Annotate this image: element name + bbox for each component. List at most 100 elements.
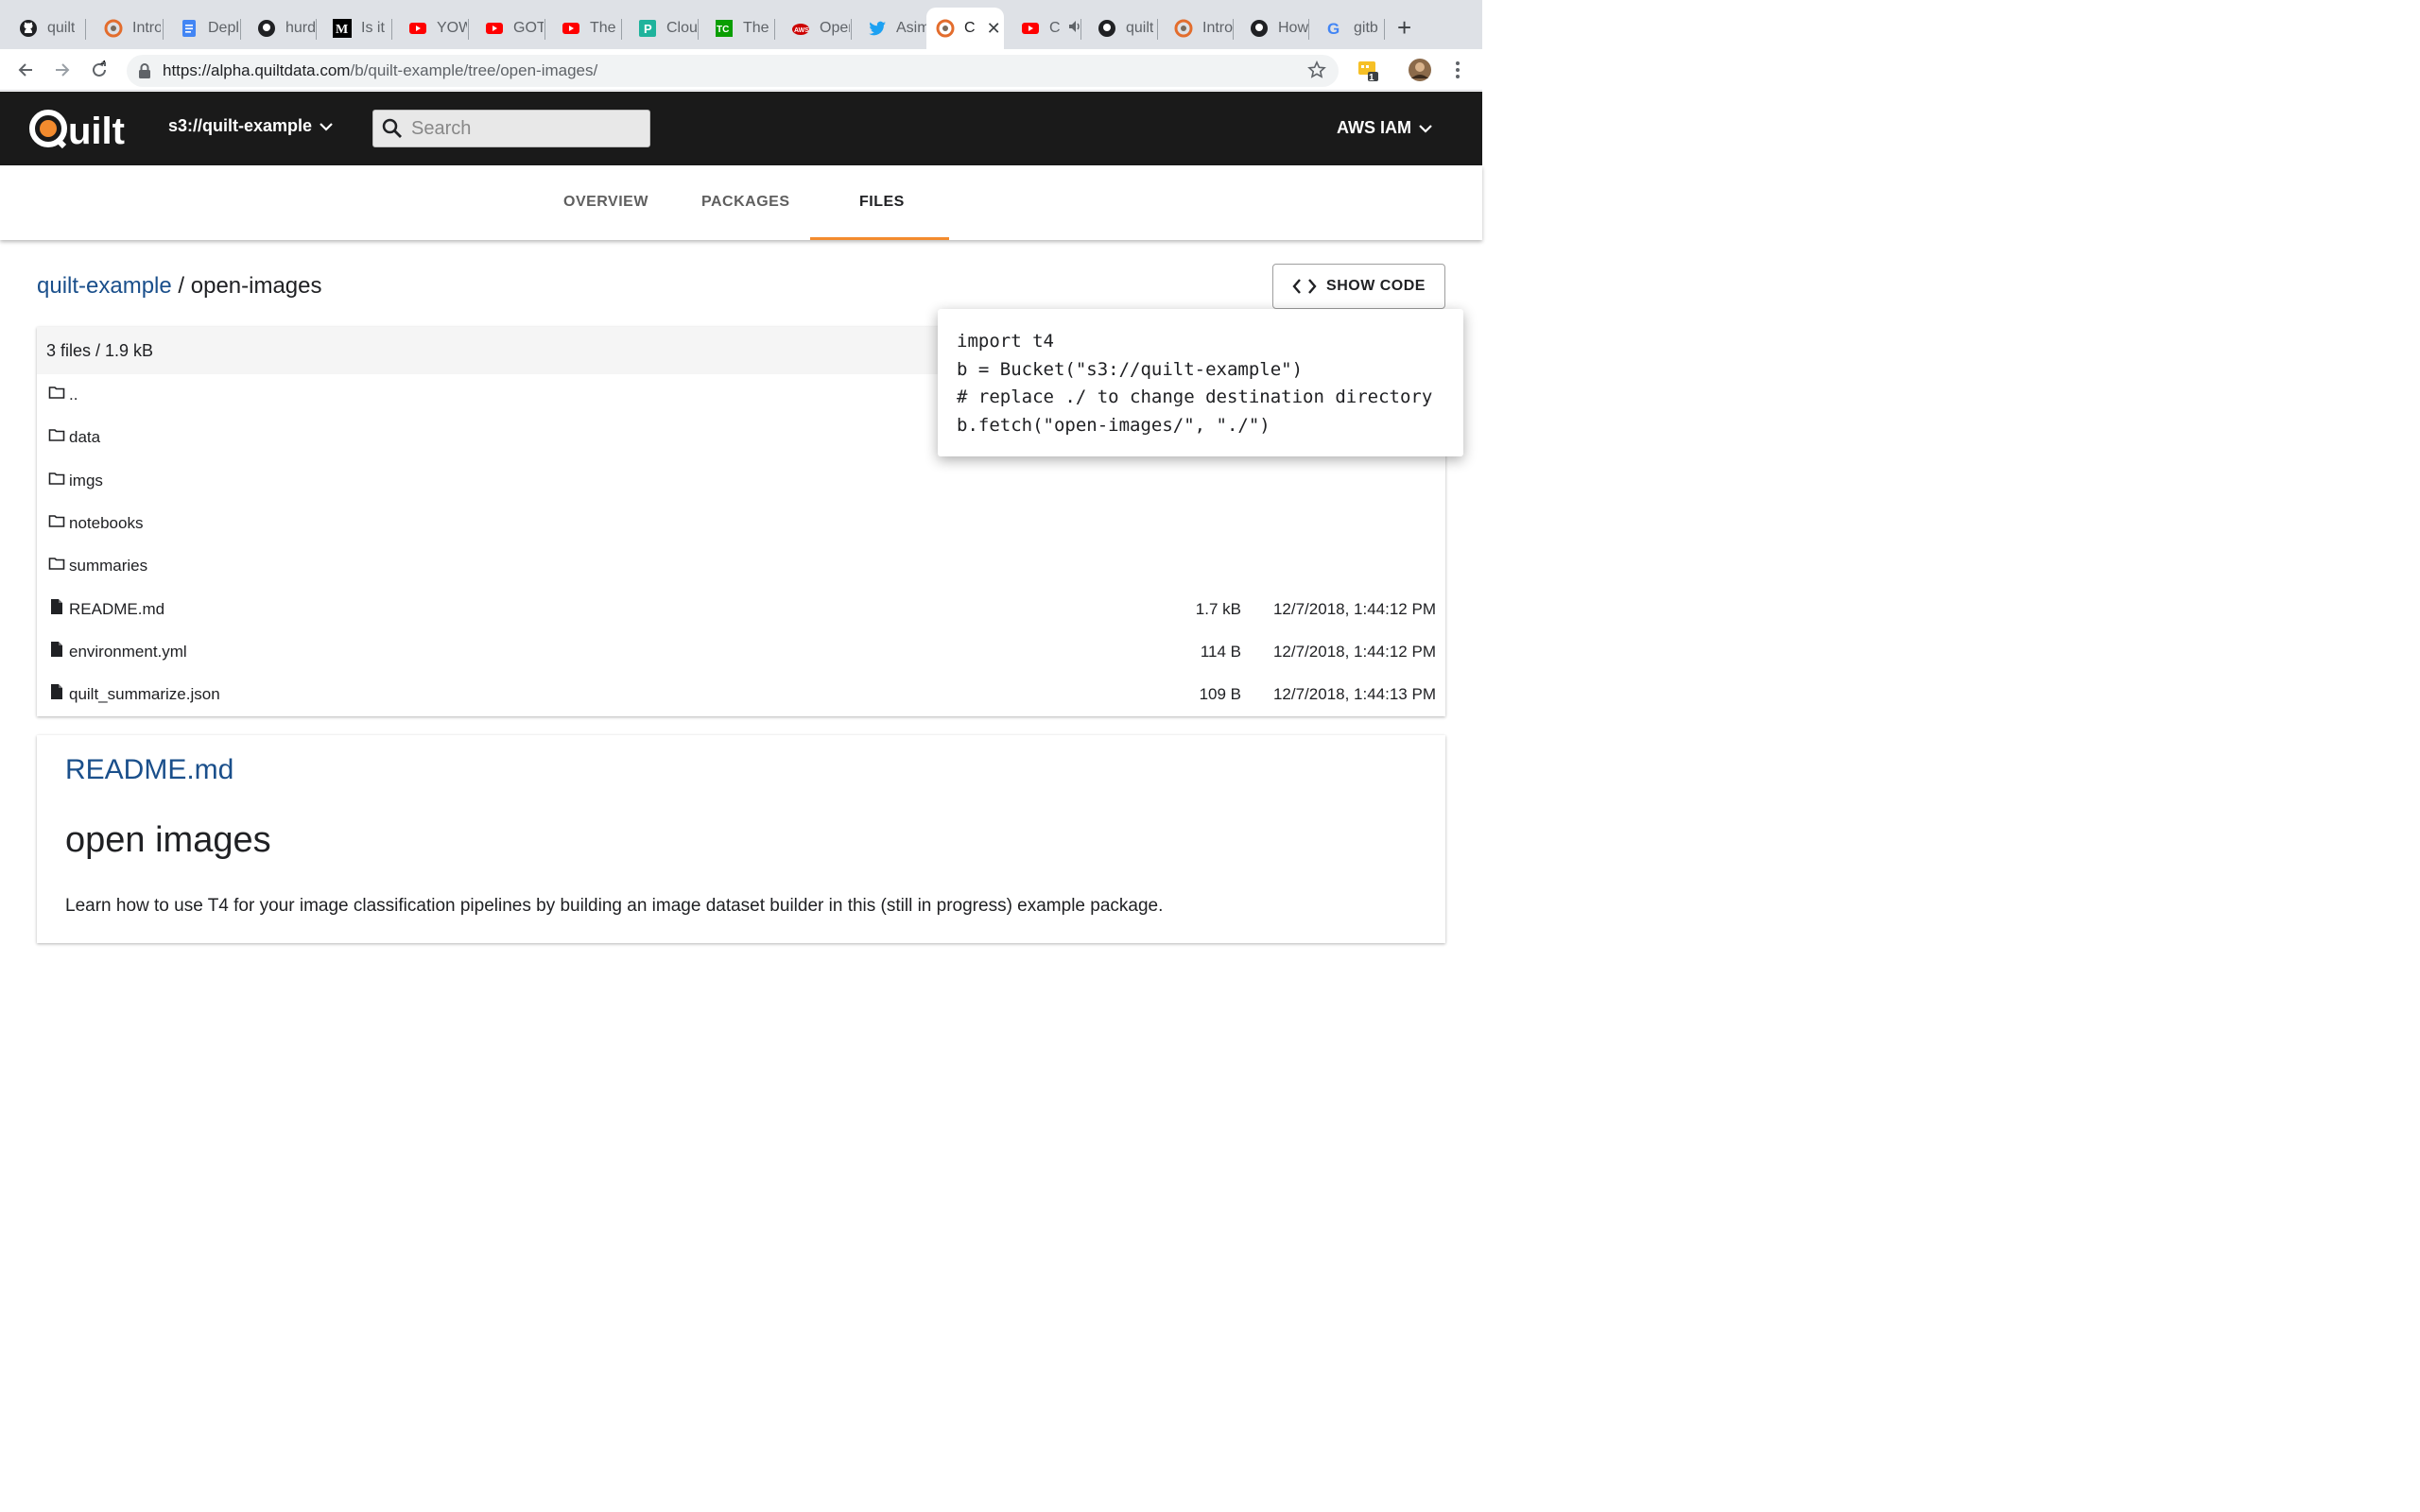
browser-toolbar: https://alpha.quiltdata.com/b/quilt-exam… [0, 49, 1482, 91]
extension-button[interactable]: 1 [1354, 57, 1382, 83]
quilt-icon [104, 19, 123, 38]
browser-tab[interactable]: Asim [851, 8, 926, 49]
entry-name[interactable]: README.md [69, 600, 164, 619]
readme-paragraph: Learn how to use T4 for your image class… [65, 896, 1164, 916]
tab-title: Is it [361, 20, 385, 36]
browser-tab[interactable]: Depl [163, 8, 238, 49]
browser-tab[interactable]: How [1233, 8, 1308, 49]
docs-icon [180, 19, 199, 38]
bookmark-star-button[interactable] [1304, 57, 1330, 83]
file-icon [48, 641, 65, 658]
browser-tab[interactable]: C [1004, 8, 1081, 49]
browser-menu-button[interactable] [1444, 57, 1471, 83]
search-input[interactable] [411, 117, 638, 140]
tab-files[interactable]: FILES [859, 194, 905, 211]
tab-packages[interactable]: PACKAGES [701, 194, 790, 211]
browser-tab[interactable]: M Is it [316, 8, 391, 49]
back-button[interactable] [12, 57, 39, 83]
audio-playing-icon[interactable] [1068, 20, 1081, 38]
browser-tab[interactable]: GOT [468, 8, 544, 49]
file-row[interactable]: README.md 1.7 kB 12/7/2018, 1:44:12 PM [37, 589, 1445, 631]
readme-panel: README.md open images Learn how to use T… [37, 735, 1445, 943]
folder-icon [48, 470, 65, 487]
github-icon [257, 19, 276, 38]
folder-row[interactable]: summaries [37, 545, 1445, 588]
folder-row[interactable]: notebooks [37, 503, 1445, 545]
entry-name[interactable]: .. [69, 386, 78, 404]
breadcrumb: quilt-example / open-images [37, 273, 322, 300]
file-row[interactable]: quilt_summarize.json 109 B 12/7/2018, 1:44… [37, 674, 1445, 716]
browser-tab[interactable]: Intro [87, 8, 161, 49]
readme-title-link[interactable]: README.md [65, 754, 233, 786]
new-tab-button[interactable]: + [1397, 13, 1411, 42]
browser-tab-active[interactable]: C ✕ [926, 8, 1004, 49]
tab-title: quilt [1126, 20, 1154, 36]
forward-button[interactable] [49, 57, 76, 83]
extension-badge: 1 [1369, 73, 1374, 83]
quilt-logo[interactable]: uilt [28, 105, 130, 152]
app-header: uilt s3://quilt-example AWS IAM [0, 92, 1482, 165]
breadcrumb-link-bucket[interactable]: quilt-example [37, 273, 172, 299]
google-icon: G [1325, 19, 1344, 38]
tab-title: C [1049, 20, 1061, 36]
svg-text:uilt: uilt [68, 111, 125, 152]
svg-text:AWS: AWS [794, 27, 809, 34]
browser-tab[interactable]: hurd [240, 8, 316, 49]
bucket-selector[interactable]: s3://quilt-example [168, 116, 333, 136]
show-code-button[interactable]: SHOW CODE [1272, 264, 1445, 309]
browser-tab[interactable]: TC The [698, 8, 773, 49]
github-icon [19, 19, 38, 38]
browser-tab[interactable]: quilt [2, 8, 81, 49]
file-row[interactable]: environment.yml 114 B 12/7/2018, 1:44:12 P… [37, 631, 1445, 674]
entry-modified: 12/7/2018, 1:44:12 PM [1272, 642, 1436, 661]
extension-icon [1358, 61, 1378, 81]
entry-name[interactable]: notebooks [69, 514, 143, 533]
tab-overview[interactable]: OVERVIEW [563, 194, 648, 211]
svg-text:G: G [1327, 20, 1340, 38]
tab-title: Intro [1202, 20, 1233, 36]
arrow-left-icon [18, 63, 32, 77]
entry-name[interactable]: summaries [69, 557, 147, 576]
browser-tab[interactable]: P Clou [621, 8, 697, 49]
address-bar[interactable]: https://alpha.quiltdata.com/b/quilt-exam… [127, 55, 1339, 87]
browser-tab[interactable]: G gitb [1308, 8, 1384, 49]
reload-button[interactable] [86, 57, 112, 83]
chevron-down-icon [320, 122, 333, 131]
tab-title: gitb [1354, 20, 1378, 36]
browser-tab[interactable]: AWS Oper [774, 8, 850, 49]
breadcrumb-separator: / [178, 273, 185, 299]
entry-name[interactable]: imgs [69, 472, 103, 490]
medium-icon: M [333, 19, 352, 38]
close-tab-icon[interactable]: ✕ [987, 19, 1001, 39]
reload-icon [93, 60, 106, 77]
entry-size: 114 B [1200, 642, 1241, 661]
section-tabs: OVERVIEW PACKAGES FILES [0, 165, 1482, 240]
browser-tab[interactable]: Intro [1157, 8, 1233, 49]
folder-icon [48, 426, 65, 443]
browser-tab[interactable]: The [544, 8, 620, 49]
browser-tab[interactable]: quilt [1080, 8, 1156, 49]
entry-name[interactable]: quilt_summarize.json [69, 685, 220, 704]
file-icon [48, 683, 65, 700]
folder-icon [48, 512, 65, 529]
youtube-icon [485, 19, 504, 38]
browser-tab[interactable]: YOW [391, 8, 467, 49]
entry-name[interactable]: environment.yml [69, 643, 187, 662]
tab-title: Clou [666, 20, 697, 36]
techcrunch-icon: TC [715, 19, 734, 38]
folder-row[interactable]: imgs [37, 460, 1445, 503]
search-box[interactable] [372, 110, 650, 147]
auth-menu[interactable]: AWS IAM [1337, 118, 1432, 138]
profile-avatar[interactable] [1407, 57, 1433, 83]
entry-modified: 12/7/2018, 1:44:12 PM [1272, 599, 1436, 618]
tab-title: The [743, 20, 769, 36]
entry-modified: 12/7/2018, 1:44:13 PM [1272, 685, 1436, 704]
entry-name[interactable]: data [69, 428, 100, 447]
tab-title: How [1278, 20, 1308, 36]
tab-title: The [590, 20, 616, 36]
show-code-label: SHOW CODE [1326, 278, 1426, 294]
youtube-icon [408, 19, 427, 38]
folder-icon [48, 555, 65, 572]
tab-title: C [964, 20, 976, 36]
youtube-icon [562, 19, 580, 38]
